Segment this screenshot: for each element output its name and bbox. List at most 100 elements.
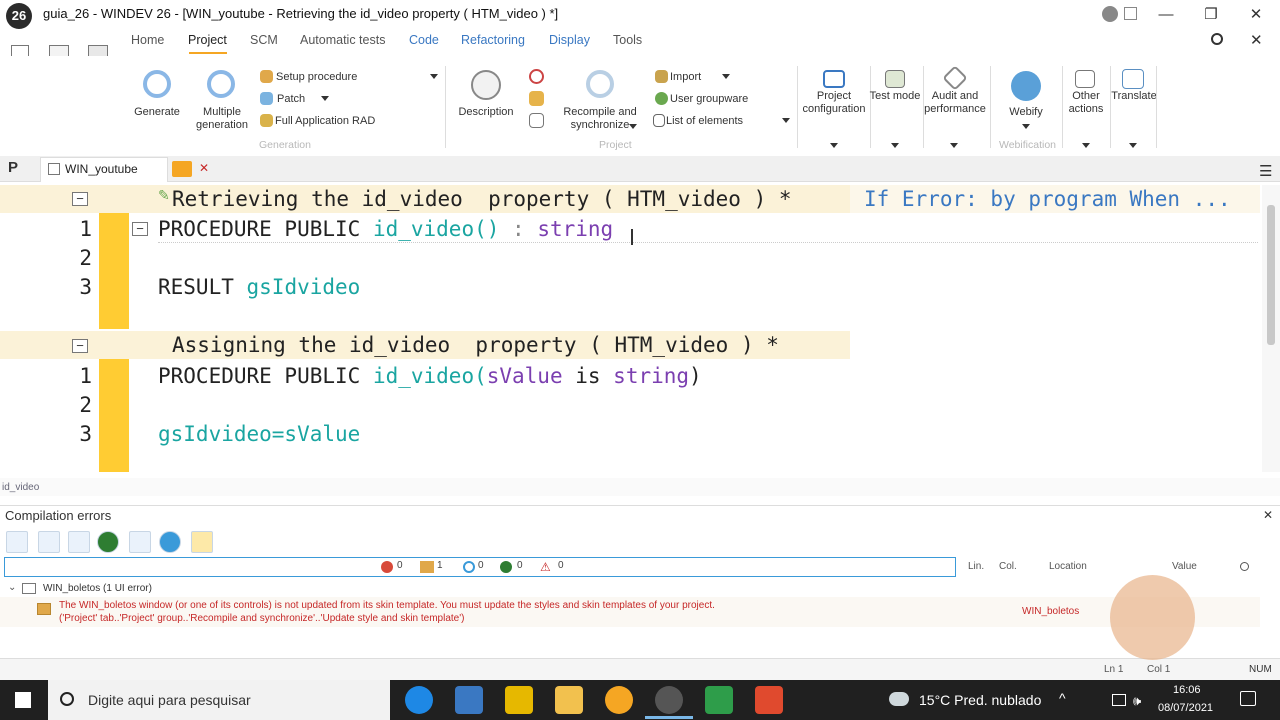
app-orange-icon[interactable] (605, 686, 633, 714)
patch-dropdown-icon[interactable] (321, 96, 329, 101)
project-explorer-icon[interactable]: P (8, 159, 26, 179)
tray-chevron-icon[interactable]: ^ (1059, 690, 1066, 706)
tab-scm[interactable]: SCM (250, 33, 278, 47)
weather-text[interactable]: 15°C Pred. nublado (919, 692, 1041, 708)
translate-button[interactable]: Translate (1110, 90, 1158, 103)
translate-dropdown-icon[interactable] (1129, 143, 1137, 148)
audit-dropdown-icon[interactable] (950, 143, 958, 148)
export-icon[interactable] (6, 531, 28, 553)
other-actions-icon[interactable] (1075, 70, 1095, 88)
test-mode-button[interactable]: Test mode (868, 90, 922, 103)
error-group-row[interactable]: ⌄ WIN_boletos (1 UI error) (0, 580, 1260, 597)
windev-26-icon[interactable] (655, 686, 683, 714)
edge-icon[interactable] (405, 686, 433, 714)
other-actions-dropdown-icon[interactable] (1082, 143, 1090, 148)
start-windows-icon[interactable] (15, 692, 31, 708)
file-explorer-icon[interactable] (555, 686, 583, 714)
code-tab-icon[interactable] (172, 161, 192, 177)
generate-button[interactable]: Generate (131, 106, 183, 119)
recompile-dropdown-icon[interactable] (629, 124, 637, 129)
windev-24-icon[interactable] (505, 686, 533, 714)
translate-icon[interactable] (1122, 69, 1144, 89)
notification-icon[interactable] (1240, 691, 1256, 706)
tray-network-icon[interactable] (1112, 694, 1126, 706)
code-line[interactable]: PROCEDURE PUBLIC id_video(sValue is stri… (158, 364, 702, 388)
information-icon[interactable] (159, 531, 181, 553)
generate-icon[interactable] (143, 70, 171, 98)
collapse-block-icon[interactable]: − (72, 339, 88, 353)
list-dropdown-icon[interactable] (782, 118, 790, 123)
tab-tools[interactable]: Tools (613, 33, 642, 47)
multiple-generation-button[interactable]: Multiple generation (192, 106, 252, 132)
image-filter-icon[interactable] (38, 531, 60, 553)
close-panel-icon[interactable]: ✕ (1263, 508, 1273, 522)
run-icon[interactable] (97, 531, 119, 553)
tab-display[interactable]: Display (549, 33, 590, 47)
column-search-icon[interactable] (1240, 562, 1249, 571)
minimize-button[interactable]: — (1143, 0, 1189, 30)
project-configuration-icon[interactable] (823, 70, 845, 88)
tab-automatic-tests[interactable]: Automatic tests (300, 33, 385, 47)
tab-project[interactable]: Project (188, 33, 227, 47)
code-line[interactable]: PROCEDURE PUBLIC id_video() : string (158, 217, 613, 241)
menu-icon[interactable]: ☰ (1259, 162, 1272, 180)
close-tab-icon[interactable]: ✕ (199, 161, 209, 175)
image-icon[interactable] (529, 113, 544, 128)
collapse-procedure-icon[interactable]: − (132, 222, 148, 236)
column-header-location[interactable]: Location (1049, 561, 1087, 572)
webify-icon[interactable] (1011, 71, 1041, 101)
layout-icon[interactable] (1124, 7, 1137, 20)
expand-chevron-icon[interactable]: ⌄ (8, 582, 16, 593)
tree-view-icon[interactable] (221, 531, 243, 553)
python-icon[interactable] (455, 686, 483, 714)
setup-procedure-button[interactable]: Setup procedure (276, 71, 357, 83)
vertical-scrollbar[interactable] (1262, 185, 1280, 472)
user-groupware-button[interactable]: User groupware (670, 93, 748, 105)
clock-date[interactable]: 08/07/2021 (1158, 702, 1213, 714)
other-actions-button[interactable]: Other actions (1064, 90, 1108, 116)
audit-performance-button[interactable]: Audit and performance (924, 90, 986, 116)
file-filter-icon[interactable] (191, 531, 213, 553)
webify-dropdown-icon[interactable] (1022, 124, 1030, 129)
list-of-elements-button[interactable]: List of elements (666, 115, 743, 127)
project-configuration-button[interactable]: Project configuration (800, 90, 868, 116)
close-window-button[interactable]: ✕ (1233, 0, 1279, 30)
full-application-rad-button[interactable]: Full Application RAD (275, 115, 375, 127)
warning-filter-icon[interactable] (129, 531, 151, 553)
recompile-icon[interactable] (586, 70, 614, 98)
search-icon[interactable] (1211, 33, 1223, 45)
description-icon[interactable] (471, 70, 501, 100)
test-mode-dropdown-icon[interactable] (891, 143, 899, 148)
multiple-generation-icon[interactable] (207, 70, 235, 98)
tray-volume-icon[interactable]: 🕪 (1133, 693, 1141, 709)
close-ribbon-icon[interactable]: ✕ (1250, 31, 1263, 49)
code-line[interactable]: gsIdvideo=sValue (158, 422, 360, 446)
column-header-line[interactable]: Lin. (968, 561, 984, 572)
maximize-button[interactable]: ❐ (1188, 0, 1234, 30)
rad-icon[interactable] (529, 91, 544, 106)
tab-refactoring[interactable]: Refactoring (461, 33, 525, 47)
clock-time[interactable]: 16:06 (1173, 684, 1201, 696)
code-editor[interactable]: − Retrieving the id_video property ( HTM… (0, 185, 1262, 472)
recompile-synchronize-button[interactable]: Recompile and synchronize (562, 106, 638, 132)
info-filter-icon[interactable] (68, 531, 90, 553)
collapse-block-icon[interactable]: − (72, 192, 88, 206)
column-header-column[interactable]: Col. (999, 561, 1017, 572)
scroll-thumb[interactable] (1267, 205, 1275, 345)
description-button[interactable]: Description (455, 106, 517, 119)
tab-home[interactable]: Home (131, 33, 164, 47)
import-dropdown-icon[interactable] (722, 74, 730, 79)
code-line[interactable]: RESULT gsIdvideo (158, 275, 360, 299)
patch-button[interactable]: Patch (277, 93, 305, 105)
camtasia-red-icon[interactable] (755, 686, 783, 714)
column-header-value[interactable]: Value (1172, 561, 1197, 572)
tab-code[interactable]: Code (409, 33, 439, 47)
configuration-dropdown-icon[interactable] (830, 143, 838, 148)
compass-icon[interactable] (529, 69, 544, 84)
profile-icon[interactable] (1102, 6, 1118, 22)
import-button[interactable]: Import (670, 71, 701, 83)
setup-dropdown-icon[interactable] (430, 74, 438, 79)
error-row[interactable]: The WIN_boletos window (or one of its co… (0, 597, 1260, 627)
test-mode-icon[interactable] (885, 70, 905, 88)
camtasia-green-icon[interactable] (705, 686, 733, 714)
